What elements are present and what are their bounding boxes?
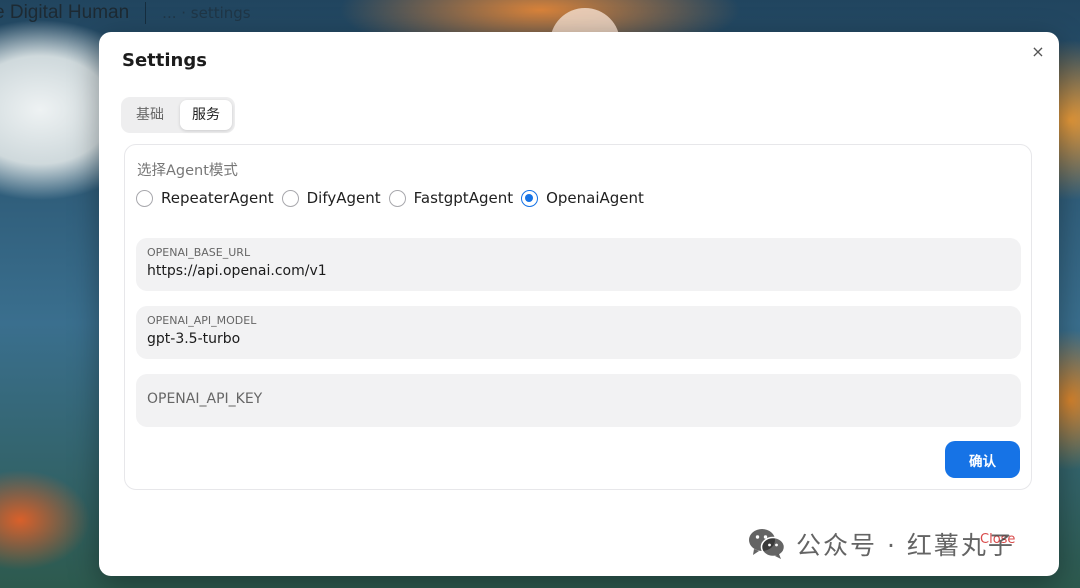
header-breadcrumb: ... · settings [162, 4, 251, 22]
openai-api-key-field[interactable] [136, 374, 1021, 427]
wechat-icon [749, 529, 786, 559]
field-label: OPENAI_API_MODEL [147, 314, 257, 327]
openai-base-url-field[interactable]: OPENAI_BASE_URL [136, 238, 1021, 291]
service-panel: 选择Agent模式 RepeaterAgent DifyAgent Fastgp… [124, 144, 1032, 490]
modal-title: Settings [122, 50, 207, 71]
settings-modal: Settings × 基础 服务 选择Agent模式 RepeaterAgent… [99, 32, 1059, 576]
field-label: OPENAI_BASE_URL [147, 246, 251, 259]
radio-label[interactable]: RepeaterAgent [161, 189, 274, 207]
openai-api-model-field[interactable]: OPENAI_API_MODEL [136, 306, 1021, 359]
app-title: e Digital Human [0, 2, 130, 23]
agent-mode-radio-group: RepeaterAgent DifyAgent FastgptAgent Ope… [136, 187, 652, 209]
radio-fastgpt-agent[interactable]: FastgptAgent [388, 189, 513, 207]
radio-label[interactable]: OpenaiAgent [546, 189, 644, 207]
agent-mode-label: 选择Agent模式 [137, 163, 238, 179]
openai-api-key-input[interactable] [147, 391, 1007, 407]
watermark: 公众号 · 红薯丸子 [748, 526, 1015, 562]
openai-api-model-input[interactable] [147, 331, 1007, 347]
radio-circle-icon[interactable] [281, 189, 299, 207]
radio-repeater-agent[interactable]: RepeaterAgent [136, 189, 274, 207]
watermark-text: 公众号 · 红薯丸子 [796, 531, 1015, 560]
tab-service[interactable]: 服务 [180, 100, 232, 130]
radio-circle-icon[interactable] [136, 189, 153, 207]
radio-label[interactable]: DifyAgent [307, 189, 381, 207]
radio-checked-icon[interactable] [521, 189, 539, 207]
radio-dify-agent[interactable]: DifyAgent [281, 189, 381, 207]
radio-label[interactable]: FastgptAgent [414, 189, 513, 207]
header-divider [145, 2, 147, 24]
app-header: e Digital Human ... · settings [0, 0, 251, 26]
settings-tabs: 基础 服务 [121, 97, 235, 133]
tab-basic[interactable]: 基础 [124, 100, 176, 130]
openai-base-url-input[interactable] [147, 263, 1007, 279]
radio-openai-agent[interactable]: OpenaiAgent [521, 189, 644, 207]
radio-circle-icon[interactable] [388, 189, 406, 207]
close-icon[interactable]: × [1029, 42, 1047, 61]
confirm-button[interactable]: 确认 [945, 441, 1020, 478]
